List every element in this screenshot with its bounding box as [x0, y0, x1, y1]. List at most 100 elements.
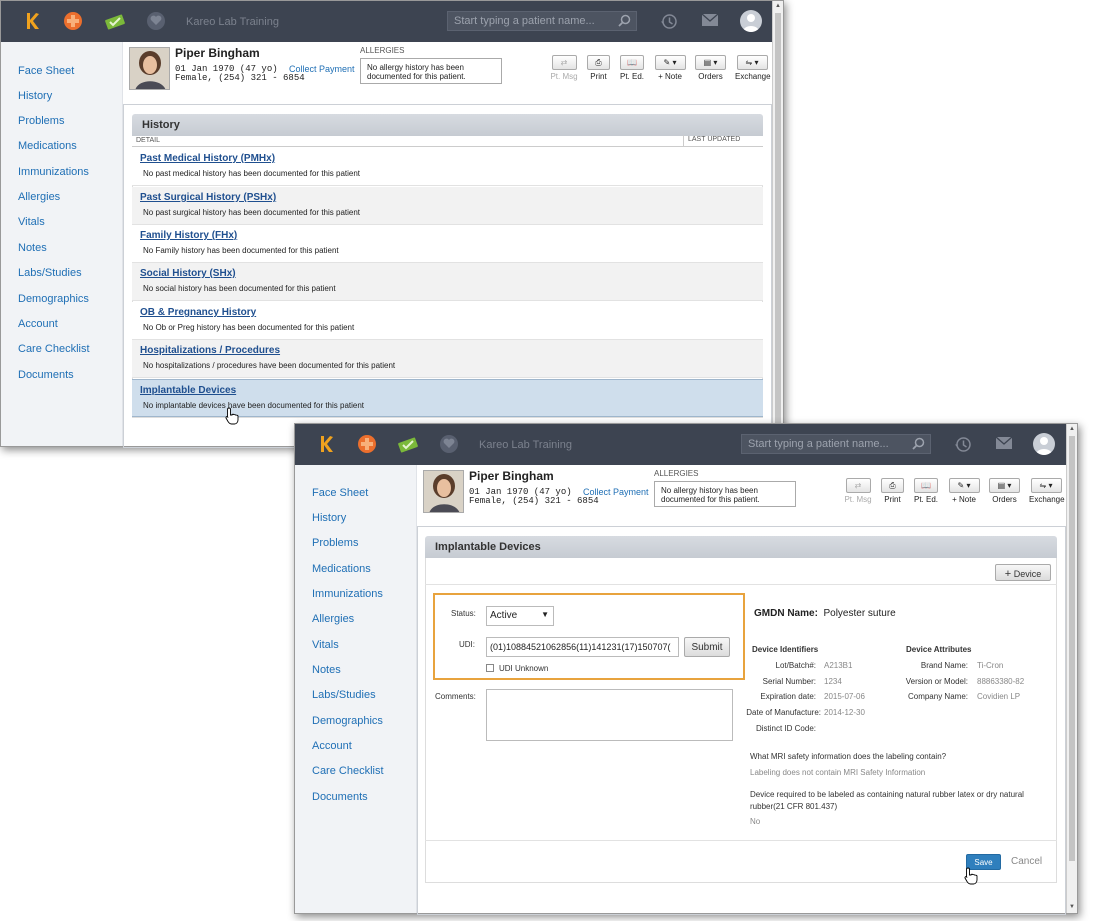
exchange-icon: ⇋ ▾: [736, 55, 768, 70]
history-row-title[interactable]: Past Surgical History (PSHx): [140, 192, 276, 203]
history-row-pshx[interactable]: Past Surgical History (PSHx) No past surg…: [132, 187, 763, 225]
sidebar-item-medications[interactable]: Medications: [18, 140, 77, 152]
billing-money-icon[interactable]: [397, 433, 419, 455]
history-row-title[interactable]: Hospitalizations / Procedures: [140, 345, 280, 356]
history-row-pmhx[interactable]: Past Medical History (PMHx) No past medic…: [132, 148, 763, 186]
sidebar-item-notes[interactable]: Notes: [312, 664, 341, 676]
pt-msg-button[interactable]: ⇄ Pt. Msg: [550, 55, 578, 81]
sidebar-item-medications[interactable]: Medications: [312, 563, 371, 575]
history-row-hospitalizations[interactable]: Hospitalizations / Procedures No hospital…: [132, 340, 763, 378]
exchange-button[interactable]: ⇋ ▾ Exchange: [1029, 478, 1065, 504]
recent-history-icon[interactable]: [954, 436, 972, 456]
sidebar-item-allergies[interactable]: Allergies: [18, 191, 60, 203]
history-row-desc: No past medical history has been documen…: [143, 169, 361, 178]
exchange-button[interactable]: ⇋ ▾ Exchange: [735, 55, 771, 81]
collect-payment-link[interactable]: Collect Payment: [289, 64, 355, 74]
user-avatar-icon[interactable]: [740, 10, 762, 32]
sidebar-item-demographics[interactable]: Demographics: [18, 293, 89, 305]
history-row-fhx[interactable]: Family History (FHx) No Family history ha…: [132, 225, 763, 263]
scrollbar-thumb[interactable]: [1069, 436, 1075, 861]
engage-heart-icon[interactable]: [438, 433, 460, 455]
history-window: Kareo Lab Training Start typing a patien…: [0, 0, 784, 448]
recent-history-icon[interactable]: [660, 13, 678, 33]
sidebar-item-face-sheet[interactable]: Face Sheet: [18, 65, 74, 77]
sidebar-item-labs-studies[interactable]: Labs/Studies: [18, 267, 82, 279]
gmdn-label: GMDN Name:: [754, 608, 818, 619]
add-note-button[interactable]: ✎ ▾ + Note: [654, 55, 686, 81]
sidebar-item-immunizations[interactable]: Immunizations: [312, 588, 383, 600]
submit-udi-button[interactable]: Submit: [684, 637, 730, 657]
sidebar-item-labs-studies[interactable]: Labs/Studies: [312, 689, 376, 701]
sidebar-item-care-checklist[interactable]: Care Checklist: [312, 765, 384, 777]
orders-button[interactable]: ▤ ▾ Orders: [989, 478, 1020, 504]
patient-search-input[interactable]: Start typing a patient name...: [447, 11, 637, 31]
patient-search-input[interactable]: Start typing a patient name...: [741, 434, 931, 454]
collect-payment-link[interactable]: Collect Payment: [583, 487, 649, 497]
sidebar-item-problems[interactable]: Problems: [18, 115, 64, 127]
sidebar-item-vitals[interactable]: Vitals: [18, 216, 45, 228]
search-icon[interactable]: [618, 14, 631, 30]
sidebar-item-problems[interactable]: Problems: [312, 537, 358, 549]
hand-cursor-icon: [964, 867, 978, 888]
sidebar-item-account[interactable]: Account: [312, 740, 352, 752]
add-device-button[interactable]: + Device: [995, 564, 1051, 581]
status-select[interactable]: Active ▼: [486, 606, 554, 626]
sidebar-item-notes[interactable]: Notes: [18, 242, 47, 254]
kareo-logo-icon[interactable]: [316, 433, 338, 455]
sidebar-item-account[interactable]: Account: [18, 318, 58, 330]
sidebar-item-immunizations[interactable]: Immunizations: [18, 166, 89, 178]
add-note-button[interactable]: ✎ ▾ + Note: [948, 478, 980, 504]
exchange-label: Exchange: [735, 72, 771, 81]
pt-ed-button[interactable]: 📖 Pt. Ed.: [620, 55, 644, 81]
patient-sex-phone: Female, (254) 321 - 6854: [175, 73, 305, 83]
history-row-title[interactable]: OB & Pregnancy History: [140, 307, 256, 318]
udi-input[interactable]: (01)10884521062856(11)141231(17)150707(: [486, 637, 679, 657]
scroll-up-arrow-icon[interactable]: ▲: [773, 1, 783, 12]
brand-name-label: Brand Name:: [920, 661, 968, 670]
orders-label: Orders: [698, 72, 723, 81]
history-row-shx[interactable]: Social History (SHx) No social history ha…: [132, 263, 763, 301]
print-button[interactable]: ⎙ Print: [880, 478, 905, 504]
clinical-cross-icon[interactable]: [62, 10, 84, 32]
vertical-scrollbar[interactable]: ▲ ▼: [1066, 424, 1077, 913]
messages-icon[interactable]: [995, 436, 1013, 453]
udi-unknown-checkbox[interactable]: [486, 664, 494, 672]
history-row-title[interactable]: Past Medical History (PMHx): [140, 153, 275, 164]
detail-column-header: DETAIL: [136, 137, 160, 144]
sidebar-item-documents[interactable]: Documents: [312, 791, 368, 803]
history-row-ob-pregnancy[interactable]: OB & Pregnancy History No Ob or Preg hist…: [132, 302, 763, 340]
history-row-title[interactable]: Family History (FHx): [140, 230, 237, 241]
sidebar-item-history[interactable]: History: [18, 90, 52, 102]
scroll-down-arrow-icon[interactable]: ▼: [1067, 902, 1077, 913]
sidebar-item-care-checklist[interactable]: Care Checklist: [18, 343, 90, 355]
engage-heart-icon[interactable]: [145, 10, 167, 32]
sidebar-item-demographics[interactable]: Demographics: [312, 715, 383, 727]
search-icon[interactable]: [912, 437, 925, 453]
history-row-title[interactable]: Implantable Devices: [140, 385, 236, 396]
sidebar-item-vitals[interactable]: Vitals: [312, 639, 339, 651]
user-avatar-icon[interactable]: [1033, 433, 1055, 455]
print-button[interactable]: ⎙ Print: [586, 55, 611, 81]
sidebar-item-face-sheet[interactable]: Face Sheet: [312, 487, 368, 499]
add-note-label: + Note: [658, 72, 682, 81]
pt-msg-button[interactable]: ⇄ Pt. Msg: [844, 478, 872, 504]
history-row-title[interactable]: Social History (SHx): [140, 268, 236, 279]
sidebar-item-allergies[interactable]: Allergies: [312, 613, 354, 625]
sidebar-item-history[interactable]: History: [312, 512, 346, 524]
sidebar-item-documents[interactable]: Documents: [18, 369, 74, 381]
printer-icon: ⎙: [587, 55, 610, 70]
comments-textarea[interactable]: [486, 689, 733, 741]
cancel-button[interactable]: Cancel: [1011, 856, 1042, 867]
billing-money-icon[interactable]: [104, 10, 126, 32]
kareo-logo-icon[interactable]: [22, 10, 44, 32]
pt-ed-button[interactable]: 📖 Pt. Ed.: [914, 478, 938, 504]
clinical-cross-icon[interactable]: [356, 433, 378, 455]
pt-msg-icon: ⇄: [551, 55, 577, 70]
scrollbar-thumb[interactable]: [775, 13, 781, 438]
scroll-up-arrow-icon[interactable]: ▲: [1067, 424, 1077, 435]
vertical-scrollbar[interactable]: ▲: [772, 1, 783, 446]
pt-msg-label: Pt. Msg: [550, 72, 578, 81]
messages-icon[interactable]: [701, 13, 719, 30]
allergies-label: ALLERGIES: [360, 46, 405, 55]
orders-button[interactable]: ▤ ▾ Orders: [695, 55, 726, 81]
